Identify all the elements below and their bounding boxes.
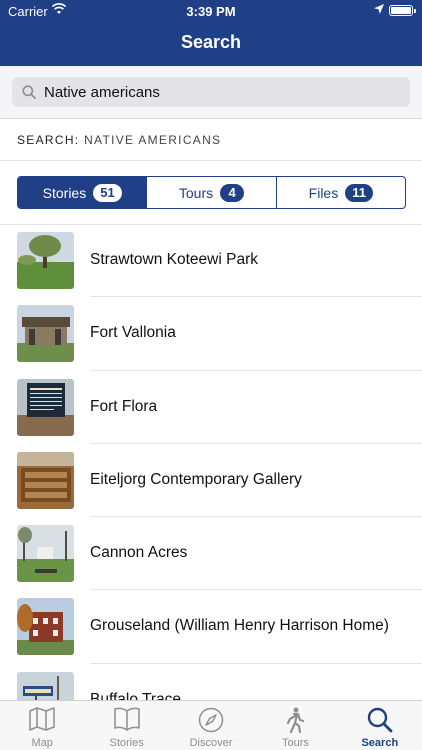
tab-stories[interactable]: Stories: [84, 701, 168, 750]
tab-label: Stories: [109, 737, 144, 749]
segment-label: Tours: [178, 184, 214, 201]
list-item[interactable]: Grouseland (William Henry Harrison Home): [0, 590, 422, 664]
list-item[interactable]: Strawtown Koteewi Park: [0, 224, 422, 298]
item-title: Strawtown Koteewi Park: [90, 251, 258, 268]
thumbnail-image: [17, 671, 74, 700]
count-badge: 4: [220, 183, 245, 202]
segment-stories[interactable]: Stories 51: [18, 177, 148, 208]
item-title: Fort Flora: [90, 397, 158, 415]
map-icon: [29, 707, 55, 731]
segment-tours[interactable]: Tours 4: [147, 177, 277, 208]
tab-label: Search: [361, 737, 399, 749]
segment-files[interactable]: Files 11: [277, 177, 405, 208]
tab-map[interactable]: Map: [0, 701, 84, 750]
count-badge: 11: [345, 183, 373, 202]
location-arrow-icon: [374, 4, 384, 14]
segment-label: Files: [308, 184, 339, 201]
compass-icon: [198, 707, 224, 733]
clock: 3:39 PM: [186, 4, 236, 19]
thumbnail-image: [17, 451, 74, 509]
list-item[interactable]: Buffalo Trace: [0, 664, 422, 700]
search-icon: [367, 707, 393, 733]
thumbnail-image: [17, 305, 74, 363]
search-query: Native americans: [44, 84, 160, 101]
book-icon: [113, 707, 140, 731]
page-title: Search: [180, 32, 242, 52]
tab-discover[interactable]: Discover: [169, 701, 253, 750]
thumbnail-image: [17, 378, 74, 436]
tab-label: Map: [31, 737, 53, 749]
item-title: Buffalo Trace: [90, 690, 182, 700]
list-item[interactable]: Eiteljorg Contemporary Gallery: [0, 444, 422, 518]
tab-bar: Map Stories Discover Tours Search: [0, 700, 422, 750]
results-list: Strawtown Koteewi Park Fort Vallonia For…: [0, 224, 422, 700]
status-bar: Carrier 3:39 PM: [0, 0, 422, 22]
nav-header: Carrier 3:39 PM Search: [0, 0, 422, 66]
segment-label: Stories: [42, 184, 87, 201]
item-title: Grouseland (William Henry Harrison Home): [90, 617, 389, 635]
thumbnail-image: [17, 232, 74, 289]
tab-label: Discover: [189, 737, 233, 749]
item-title: Fort Vallonia: [90, 324, 176, 342]
thumbnail-image: [17, 525, 74, 583]
search-results-label: SEARCH: NATIVE AMERICANS: [17, 133, 221, 147]
list-item[interactable]: Cannon Acres: [0, 517, 422, 591]
count-badge: 51: [93, 183, 122, 202]
tab-search[interactable]: Search: [338, 701, 422, 750]
tab-label: Tours: [281, 737, 309, 749]
search-label-prefix: SEARCH:: [17, 133, 80, 147]
search-input[interactable]: Native americans: [12, 77, 410, 107]
thumbnail-image: [17, 598, 74, 656]
list-item[interactable]: Fort Flora: [0, 371, 422, 444]
tab-tours[interactable]: Tours: [253, 701, 337, 750]
search-icon: [22, 85, 36, 99]
battery-icon: [389, 5, 416, 16]
divider: [0, 160, 422, 161]
walking-person-icon: [287, 707, 305, 733]
list-item[interactable]: Fort Vallonia: [0, 297, 422, 371]
item-title: Cannon Acres: [90, 544, 188, 562]
search-bar: Native americans: [0, 66, 422, 119]
search-label-term: NATIVE AMERICANS: [84, 133, 222, 147]
results-segmented-control: Stories 51 Tours 4 Files 11: [17, 176, 406, 209]
item-title: Eiteljorg Contemporary Gallery: [90, 470, 302, 488]
